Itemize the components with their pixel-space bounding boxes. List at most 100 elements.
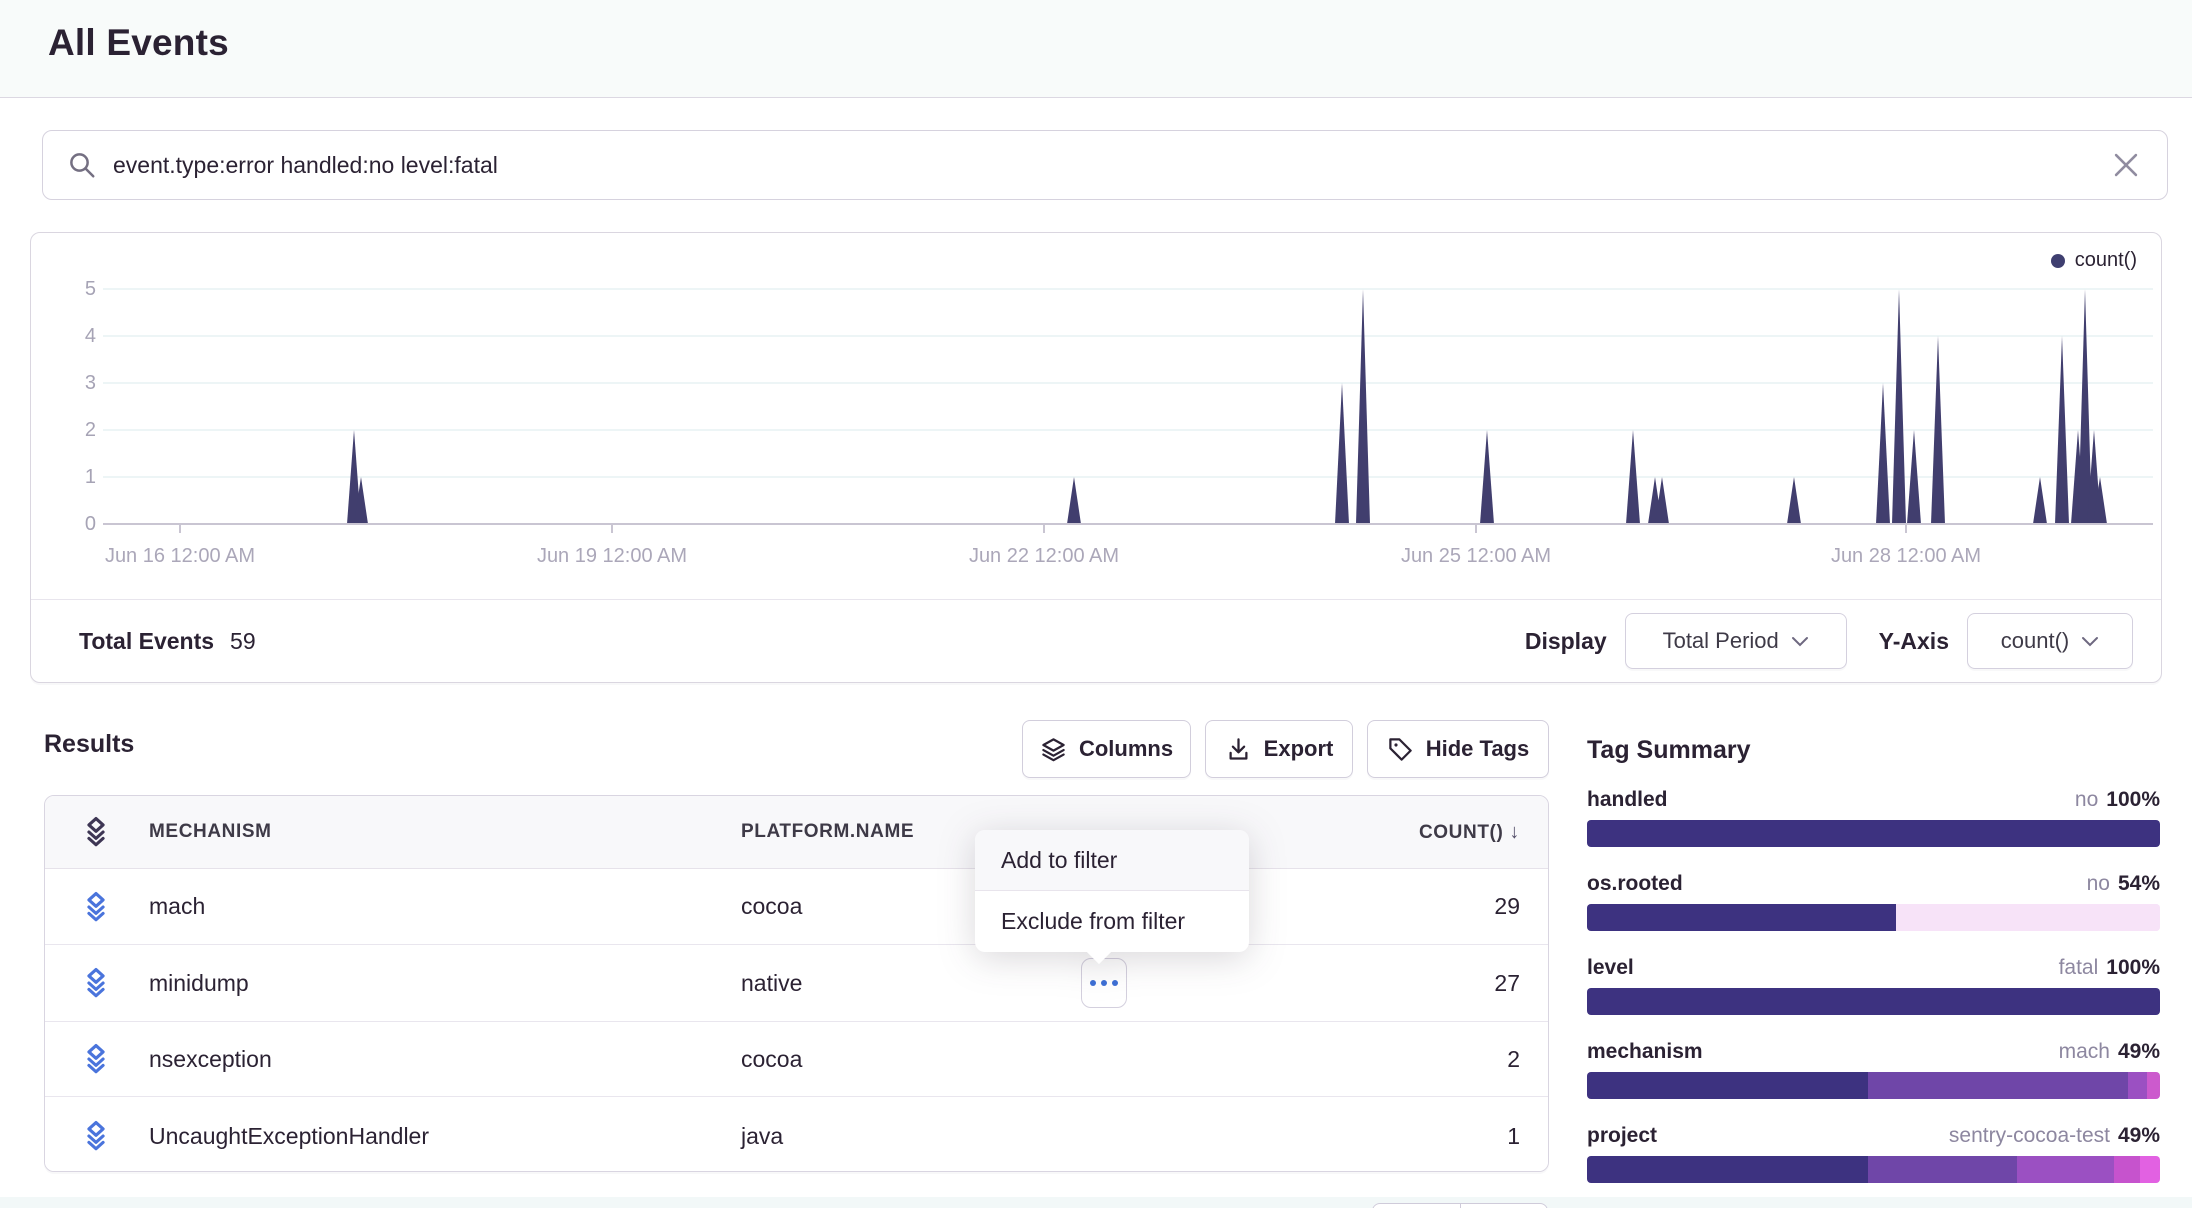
ellipsis-icon	[1112, 980, 1118, 986]
tag-percentage: 54%	[2118, 872, 2160, 896]
x-axis-tick: Jun 16 12:00 AM	[70, 545, 290, 568]
cell-platform: cocoa	[741, 893, 802, 920]
table-header-row: MECHANISM PLATFORM.NAME COUNT()↓	[45, 796, 1548, 869]
tag-percentage: 49%	[2118, 1040, 2160, 1064]
close-icon[interactable]	[2109, 148, 2143, 182]
results-table: MECHANISM PLATFORM.NAME COUNT()↓ mach co…	[44, 795, 1549, 1172]
chart-spike	[1892, 289, 1906, 524]
cell-platform: native	[741, 970, 802, 997]
cell-count: 29	[1494, 893, 1520, 920]
tag-distribution-bar[interactable]	[1587, 904, 2160, 931]
tag-entry: project sentry-cocoa-test 49%	[1587, 1124, 2160, 1183]
chart-spike	[1335, 383, 1349, 524]
pagination-buttons[interactable]	[1372, 1203, 1548, 1208]
export-button[interactable]: Export	[1205, 720, 1353, 778]
column-header-mechanism[interactable]: MECHANISM	[149, 821, 272, 843]
ellipsis-icon	[1101, 980, 1107, 986]
cell-mechanism: minidump	[149, 970, 249, 997]
tag-bar-segment	[1896, 904, 2160, 931]
layers-icon	[1040, 736, 1067, 763]
chart-spike	[2033, 477, 2047, 524]
y-axis-tick: 4	[41, 325, 96, 348]
cell-mechanism: UncaughtExceptionHandler	[149, 1123, 429, 1150]
results-title: Results	[44, 730, 134, 759]
y-axis-tick: 3	[41, 372, 96, 395]
columns-button[interactable]: Columns	[1022, 720, 1191, 778]
x-axis-tick: Jun 28 12:00 AM	[1796, 545, 2016, 568]
tag-entry: level fatal 100%	[1587, 956, 2160, 1015]
layers-icon	[79, 890, 113, 924]
tag-name: handled	[1587, 788, 1668, 812]
column-header-platform[interactable]: PLATFORM.NAME	[741, 821, 914, 843]
table-row[interactable]: nsexception cocoa 2	[45, 1021, 1548, 1096]
hide-tags-button-label: Hide Tags	[1426, 736, 1530, 762]
y-axis-label: Y-Axis	[1879, 628, 1949, 655]
x-axis-tick: Jun 22 12:00 AM	[934, 545, 1154, 568]
table-row[interactable]: mach cocoa 29	[45, 869, 1548, 944]
tag-top-value: mach	[2059, 1040, 2110, 1064]
total-events-value: 59	[230, 628, 256, 655]
tag-top-value: no	[2087, 872, 2110, 896]
tag-bar-segment	[2140, 1156, 2160, 1183]
tag-distribution-bar[interactable]	[1587, 988, 2160, 1015]
chart-spike	[1356, 289, 1370, 524]
cell-platform: cocoa	[741, 1046, 802, 1073]
tag-bar-segment	[1587, 820, 2160, 847]
tag-name: mechanism	[1587, 1040, 1703, 1064]
chevron-down-icon	[1791, 635, 1809, 647]
search-bar[interactable]: event.type:error handled:no level:fatal	[42, 130, 2168, 200]
previous-page-button[interactable]	[1373, 1204, 1460, 1208]
y-axis-tick: 2	[41, 419, 96, 442]
tag-summary-title: Tag Summary	[1587, 736, 2160, 765]
display-dropdown-value: Total Period	[1663, 628, 1779, 654]
all-events-page: All Events event.type:error handled:no l…	[0, 0, 2192, 1208]
hide-tags-button[interactable]: Hide Tags	[1367, 720, 1549, 778]
tag-distribution-bar[interactable]	[1587, 820, 2160, 847]
search-input[interactable]: event.type:error handled:no level:fatal	[113, 152, 2109, 179]
download-icon	[1225, 736, 1252, 763]
tag-name: level	[1587, 956, 1634, 980]
tag-summary-panel: Tag Summary handled no 100% os.rooted no…	[1587, 736, 2160, 765]
tag-top-value: sentry-cocoa-test	[1949, 1124, 2110, 1148]
search-icon	[67, 150, 97, 180]
layers-icon	[79, 815, 113, 849]
menu-item-add-to-filter[interactable]: Add to filter	[975, 830, 1249, 891]
row-actions-button[interactable]	[1081, 958, 1127, 1008]
chart-spike	[1876, 383, 1890, 524]
tag-bar-segment	[1587, 1156, 1868, 1183]
layers-icon	[79, 966, 113, 1000]
page-bottom-background	[0, 1197, 2192, 1208]
cell-count: 1	[1507, 1123, 1520, 1150]
display-dropdown[interactable]: Total Period	[1625, 613, 1847, 669]
chart-spike	[1787, 477, 1801, 524]
tag-top-value: fatal	[2059, 956, 2099, 980]
table-row[interactable]: minidump native 27	[45, 944, 1548, 1021]
next-page-button[interactable]	[1460, 1204, 1548, 1208]
y-axis-tick: 1	[41, 466, 96, 489]
cell-count: 27	[1494, 970, 1520, 997]
events-chart-panel: 5 4 3 2 1 0 Jun 16 12:00 AM Jun 19 12:00…	[30, 232, 2162, 683]
x-axis-tick: Jun 19 12:00 AM	[502, 545, 722, 568]
chevron-down-icon	[2081, 635, 2099, 647]
tag-percentage: 49%	[2118, 1124, 2160, 1148]
tag-distribution-bar[interactable]	[1587, 1156, 2160, 1183]
tag-distribution-bar[interactable]	[1587, 1072, 2160, 1099]
tag-name: project	[1587, 1124, 1657, 1148]
y-axis-tick: 5	[41, 278, 96, 301]
y-axis-dropdown-value: count()	[2001, 628, 2069, 654]
y-axis-tick: 0	[41, 513, 96, 536]
column-header-count[interactable]: COUNT()↓	[1419, 821, 1520, 844]
tag-percentage: 100%	[2106, 788, 2160, 812]
display-label: Display	[1525, 628, 1607, 655]
ellipsis-icon	[1090, 980, 1096, 986]
tag-top-value: no	[2075, 788, 2098, 812]
context-menu: Add to filter Exclude from filter	[975, 830, 1249, 952]
table-row[interactable]: UncaughtExceptionHandler java 1	[45, 1096, 1548, 1172]
total-events-label: Total Events	[79, 628, 214, 655]
export-button-label: Export	[1264, 736, 1334, 762]
y-axis-dropdown[interactable]: count()	[1967, 613, 2133, 669]
page-title: All Events	[48, 22, 229, 64]
tag-bar-segment	[1587, 988, 2160, 1015]
legend-label: count()	[2075, 249, 2137, 272]
menu-item-exclude-from-filter[interactable]: Exclude from filter	[975, 891, 1249, 952]
